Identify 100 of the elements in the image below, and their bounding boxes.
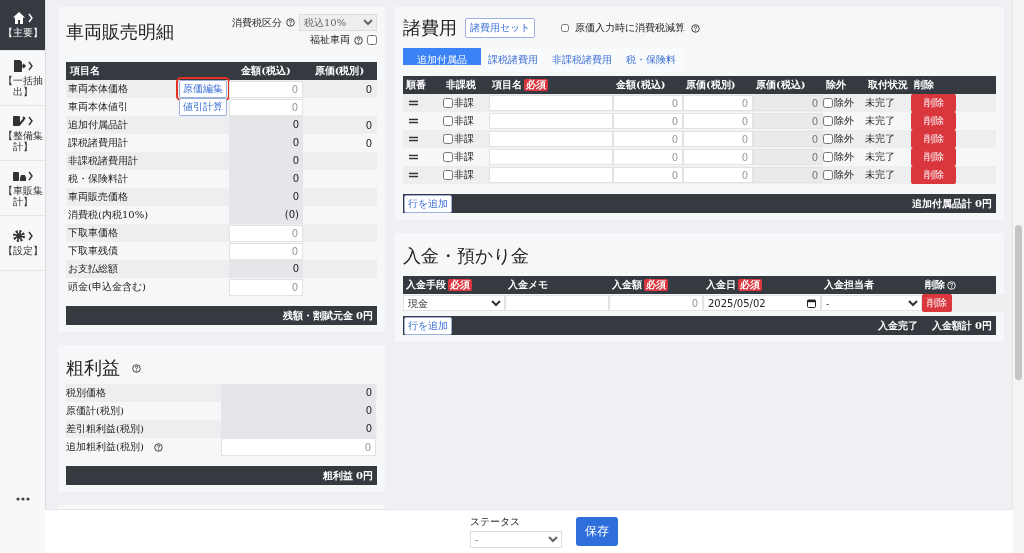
amount-field[interactable]: 0 [221, 438, 376, 456]
tab[interactable]: 追加付属品 [403, 48, 481, 65]
total-label: 入金額計 0円 [931, 318, 992, 333]
fee-set-button[interactable]: 諸費用セット [465, 18, 535, 38]
column-header: 非課税 [446, 78, 476, 92]
delete-button[interactable]: 削除 [911, 112, 956, 130]
delete-button[interactable]: 削除 [911, 148, 956, 166]
cost-field[interactable]: 0 [683, 167, 753, 183]
add-row-button[interactable]: 行を追加 [404, 316, 452, 335]
date-field[interactable]: 2025/05/02 [703, 295, 821, 311]
amount-value: 0 [229, 170, 303, 188]
save-button[interactable]: 保存 [576, 517, 618, 546]
help-icon[interactable] [153, 442, 163, 452]
drag-handle-icon[interactable] [409, 118, 418, 124]
help-icon[interactable] [691, 23, 700, 33]
item-name-field[interactable] [489, 95, 613, 111]
tax-deduct-checkbox[interactable] [561, 24, 569, 32]
column-header: 順番 [406, 78, 426, 92]
amount-field[interactable]: 0 [613, 113, 683, 129]
tax-label: 消費税区分 [232, 15, 282, 30]
calendar-icon[interactable] [807, 298, 816, 308]
tax-exempt-checkbox[interactable] [443, 116, 453, 126]
amount-field[interactable]: 0 [609, 295, 703, 311]
amount-field[interactable]: 0 [613, 149, 683, 165]
panel-title: 入金・預かり金 [403, 244, 530, 268]
column-header: 入金額 [612, 278, 642, 292]
amount-value: 0 [229, 152, 303, 170]
amount-field[interactable]: 0 [613, 95, 683, 111]
delete-button[interactable]: 削除 [922, 294, 952, 312]
exclude-checkbox[interactable] [823, 134, 833, 144]
row-label: 課税諸費用計 [67, 136, 129, 150]
cost-field[interactable]: 0 [683, 149, 753, 165]
staff-select[interactable]: - [821, 295, 922, 311]
amount-field[interactable]: 0 [229, 278, 303, 296]
help-icon[interactable] [132, 363, 141, 373]
column-header: 原価(税別) [686, 78, 736, 92]
tax-exempt-checkbox[interactable] [443, 170, 453, 180]
amount-field[interactable]: 0 [229, 224, 303, 242]
sidebar-item[interactable]: 【一括抽出】 [0, 51, 45, 106]
cost-value: 0 [365, 83, 372, 95]
cost-field[interactable]: 0 [683, 113, 753, 129]
row-label: 車両本体価格 [67, 82, 129, 96]
column-header: 除外 [826, 78, 846, 92]
amount-field[interactable]: 0 [613, 167, 683, 183]
cost-tax-field: 0 [753, 131, 823, 147]
payment-method-select[interactable]: 現金 [403, 295, 505, 311]
sidebar-item[interactable]: 【主要】 [0, 0, 45, 51]
amount-field[interactable]: 0 [229, 98, 303, 116]
cost-field[interactable]: 0 [683, 131, 753, 147]
drag-handle-icon[interactable] [409, 136, 418, 142]
exclude-checkbox[interactable] [823, 98, 833, 108]
edit-button[interactable]: 原価編集 [179, 80, 227, 98]
sidebar-item[interactable]: 【整備集計】 [0, 106, 45, 161]
amount-field[interactable]: 0 [229, 80, 303, 98]
amount-field[interactable]: 0 [613, 131, 683, 147]
car-icon [11, 169, 34, 183]
exclude-checkbox[interactable] [823, 170, 833, 180]
edit-button[interactable]: 値引計算 [179, 98, 227, 116]
delete-button[interactable]: 削除 [911, 94, 956, 112]
column-header: 取付状況 [868, 78, 908, 92]
cost-tax-field: 0 [753, 167, 823, 183]
item-name-field[interactable] [489, 167, 613, 183]
cost-field[interactable]: 0 [683, 95, 753, 111]
scrollbar[interactable] [1012, 0, 1024, 553]
add-row-button[interactable]: 行を追加 [404, 194, 452, 213]
sidebar-item[interactable]: 【設定】 [0, 216, 45, 271]
item-name-field[interactable] [489, 113, 613, 129]
total-label: 追加付属品計 0円 [911, 196, 992, 211]
row-label: 追加付属品計 [67, 118, 129, 132]
exclude-checkbox[interactable] [823, 152, 833, 162]
panel-title: 粗利益 [66, 356, 120, 380]
item-name-field[interactable] [489, 131, 613, 147]
column-header: 金額(税込) [240, 64, 292, 78]
help-icon[interactable] [286, 18, 295, 27]
sidebar-item[interactable]: 【車販集計】 [0, 161, 45, 216]
cost-tax-field: 0 [753, 149, 823, 165]
welfare-checkbox[interactable] [367, 35, 377, 45]
exclude-checkbox[interactable] [823, 116, 833, 126]
row-label: 税別価格 [66, 386, 106, 400]
memo-field[interactable] [505, 295, 609, 311]
item-name-field[interactable] [489, 149, 613, 165]
amount-value: 0 [221, 402, 376, 420]
checkbox-label: 除外 [834, 114, 854, 128]
panel-title: 車両販売明細 [66, 20, 174, 44]
status-select[interactable]: - [470, 531, 562, 548]
tax-exempt-checkbox[interactable] [443, 152, 453, 162]
tax-exempt-checkbox[interactable] [443, 98, 453, 108]
drag-handle-icon[interactable] [409, 172, 418, 178]
tax-exempt-checkbox[interactable] [443, 134, 453, 144]
checkbox-label: 除外 [834, 96, 854, 110]
delete-button[interactable]: 削除 [911, 130, 956, 148]
drag-handle-icon[interactable] [409, 100, 418, 106]
tax-select[interactable]: 税込10% [299, 14, 377, 31]
amount-value: 0 [229, 260, 303, 278]
help-icon[interactable] [354, 35, 363, 45]
drag-handle-icon[interactable] [409, 154, 418, 160]
delete-button[interactable]: 削除 [911, 166, 956, 184]
required-badge: 必須 [524, 79, 548, 91]
amount-field[interactable]: 0 [229, 242, 303, 260]
more-icon[interactable] [15, 497, 30, 501]
